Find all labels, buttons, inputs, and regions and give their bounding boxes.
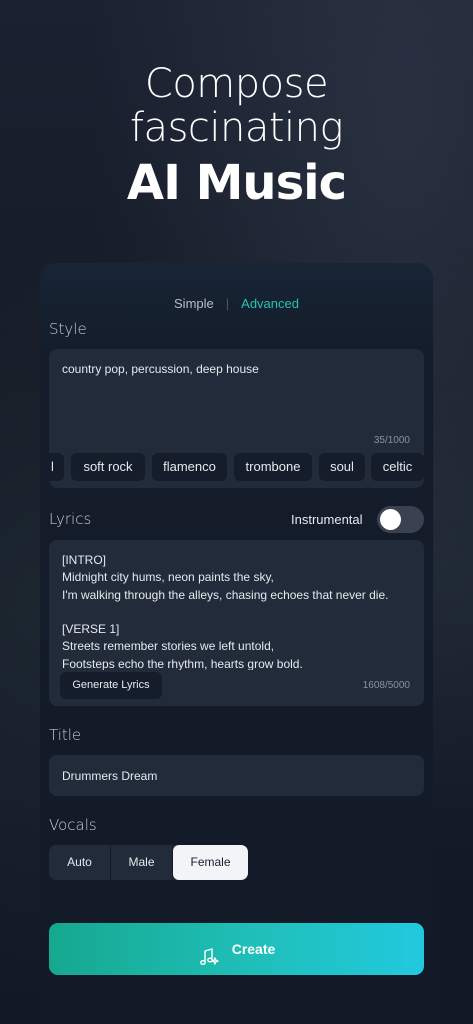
hero-line-3: AI Music bbox=[126, 155, 347, 211]
music-sparkle-icon bbox=[198, 937, 220, 966]
lyrics-line: Streets remember stories we left untold, bbox=[62, 639, 275, 654]
title-label: Title bbox=[49, 726, 82, 744]
title-input[interactable]: Drummers Dream bbox=[49, 755, 424, 796]
lyrics-input[interactable]: [INTRO] Midnight city hums, neon paints … bbox=[49, 540, 424, 706]
lyrics-line: I'm walking through the alleys, chasing … bbox=[62, 587, 389, 602]
style-input-value: country pop, percussion, deep house bbox=[62, 362, 259, 376]
vocals-label: Vocals bbox=[49, 816, 97, 834]
style-chip[interactable]: celtic bbox=[371, 453, 424, 481]
vocals-option-female[interactable]: Female bbox=[173, 845, 248, 880]
create-button[interactable]: Create bbox=[49, 923, 424, 975]
lyrics-text: [INTRO] Midnight city hums, neon paints … bbox=[62, 552, 417, 670]
style-chip[interactable]: trombone bbox=[234, 453, 312, 481]
lyrics-line: Footsteps echo the rhythm, hearts grow b… bbox=[62, 656, 303, 670]
generate-lyrics-button[interactable]: Generate Lyrics bbox=[60, 672, 162, 699]
instrumental-toggle[interactable] bbox=[377, 506, 424, 533]
instrumental-label: Instrumental bbox=[291, 512, 363, 527]
lyrics-line: [INTRO] bbox=[62, 553, 106, 567]
lyrics-line: [VERSE 1] bbox=[62, 622, 120, 637]
style-chip[interactable]: flamenco bbox=[152, 453, 227, 481]
hero-line-2: fascinating bbox=[129, 105, 344, 151]
mode-simple-tab[interactable]: Simple bbox=[174, 296, 214, 311]
style-input[interactable]: country pop, percussion, deep house 35/1… bbox=[49, 349, 424, 488]
lyrics-label: Lyrics bbox=[49, 510, 92, 528]
vocals-option-auto[interactable]: Auto bbox=[49, 845, 110, 880]
lyrics-line bbox=[62, 604, 417, 621]
lyrics-line: Midnight city hums, neon paints the sky, bbox=[62, 570, 274, 585]
mode-advanced-tab[interactable]: Advanced bbox=[241, 296, 299, 311]
hero-line-1: Compose bbox=[144, 61, 329, 107]
create-button-label: Create bbox=[231, 941, 276, 957]
title-input-value: Drummers Dream bbox=[62, 769, 158, 783]
style-chip[interactable]: soft rock bbox=[71, 453, 145, 481]
vocals-selector: Auto Male Female bbox=[49, 845, 248, 880]
style-char-counter: 35/1000 bbox=[373, 435, 410, 446]
style-chip[interactable]: l bbox=[49, 453, 64, 481]
mode-separator: | bbox=[225, 296, 230, 311]
mode-switch: Simple | Advanced bbox=[0, 296, 473, 311]
hero-heading: Compose fascinating AI Music bbox=[0, 62, 473, 216]
style-chip[interactable]: soul bbox=[319, 453, 365, 481]
toggle-knob bbox=[380, 509, 401, 530]
style-chips: l soft rock flamenco trombone soul celti… bbox=[49, 453, 424, 481]
lyrics-char-counter: 1608/5000 bbox=[362, 680, 410, 691]
vocals-option-male[interactable]: Male bbox=[111, 845, 172, 880]
style-label: Style bbox=[49, 320, 87, 338]
